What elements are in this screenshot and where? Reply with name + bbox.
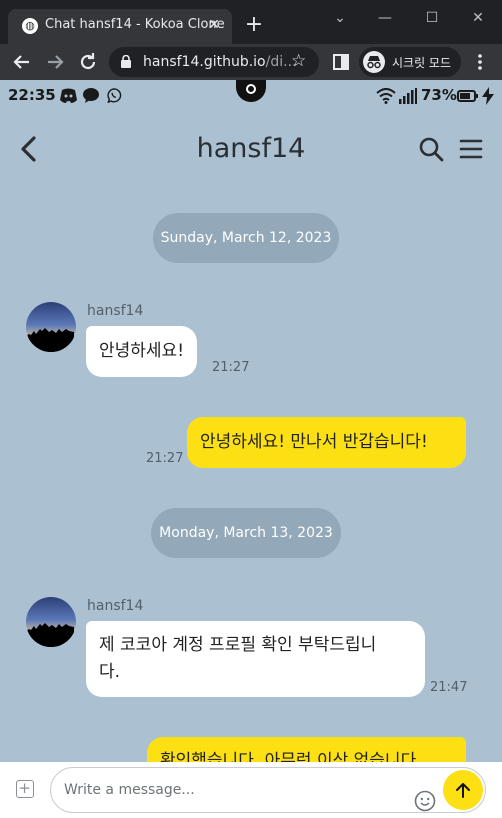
tab-search-chevron-icon[interactable]: ⌄ [325,8,355,28]
search-icon[interactable] [418,136,444,162]
message-time: 21:27 [212,360,250,375]
discord-icon [60,88,77,103]
incognito-indicator[interactable]: 시크릿 모드 [359,47,461,77]
avatar[interactable] [26,597,76,647]
browser-tab[interactable]: ◍ Chat hansf14 - Kokoa Clone ✕ [8,9,232,44]
globe-icon: ◍ [22,18,38,34]
back-arrow-icon[interactable] [10,50,34,74]
signal-icon [399,88,417,104]
viber-icon [107,88,122,103]
browser-tab-bar: ◍ Chat hansf14 - Kokoa Clone ✕ + ⌄ — ☐ ✕ [0,0,502,44]
side-panel-icon[interactable] [329,50,353,74]
camera-lens [246,84,256,94]
arrow-up-icon [456,783,470,798]
battery-percent: 73% [421,86,457,104]
sender-name: hansf14 [87,303,144,319]
new-tab-button[interactable]: + [243,14,265,36]
date-divider: Monday, March 13, 2023 [151,508,341,558]
message-line: 제 코코아 계정 프로필 확인 부탁드립니 [99,635,377,655]
chat-bubble-icon [83,88,99,103]
wifi-icon [376,88,396,104]
hamburger-menu-icon[interactable] [459,138,483,160]
maximize-button[interactable]: ☐ [417,8,447,28]
incognito-icon [363,51,385,73]
lock-icon [121,55,131,68]
send-button[interactable] [443,770,483,810]
browser-toolbar: hansf14.github.io/di... ☆ 시크릿 모드 [0,44,502,80]
date-divider: Sunday, March 12, 2023 [153,213,339,263]
chat-header: hansf14 [0,112,502,188]
reload-icon[interactable] [76,50,100,74]
bookmark-star-icon[interactable]: ☆ [291,51,306,71]
url-text: hansf14.github.io/di... [143,54,296,70]
address-bar[interactable]: hansf14.github.io/di... ☆ [109,47,319,77]
avatar[interactable] [26,302,76,352]
message-composer: + [0,762,502,818]
outgoing-message-bubble: 안녕하세요! 만나서 반갑습니다! [187,417,466,468]
tab-close-icon[interactable]: ✕ [204,15,224,35]
minimize-button[interactable]: — [370,8,400,28]
message-line: 다. [99,662,121,682]
message-time: 21:27 [146,451,184,466]
add-attachment-icon[interactable]: + [16,779,34,798]
url-host: hansf14.github.io [143,54,266,70]
message-time: 21:47 [430,680,468,695]
charging-icon [482,87,494,105]
emoji-icon[interactable] [414,790,436,812]
incoming-message-bubble: 제 코코아 계정 프로필 확인 부탁드립니 다. [86,621,425,697]
incognito-label: 시크릿 모드 [392,56,452,70]
sender-name: hansf14 [87,598,144,614]
status-time: 22:35 [8,86,56,104]
close-window-button[interactable]: ✕ [463,8,493,28]
kebab-menu-icon[interactable] [468,50,492,74]
tab-title: Chat hansf14 - Kokoa Clone [45,17,225,32]
battery-icon [457,90,478,102]
forward-arrow-icon[interactable] [43,50,67,74]
incoming-message-bubble: 안녕하세요! [86,326,198,377]
